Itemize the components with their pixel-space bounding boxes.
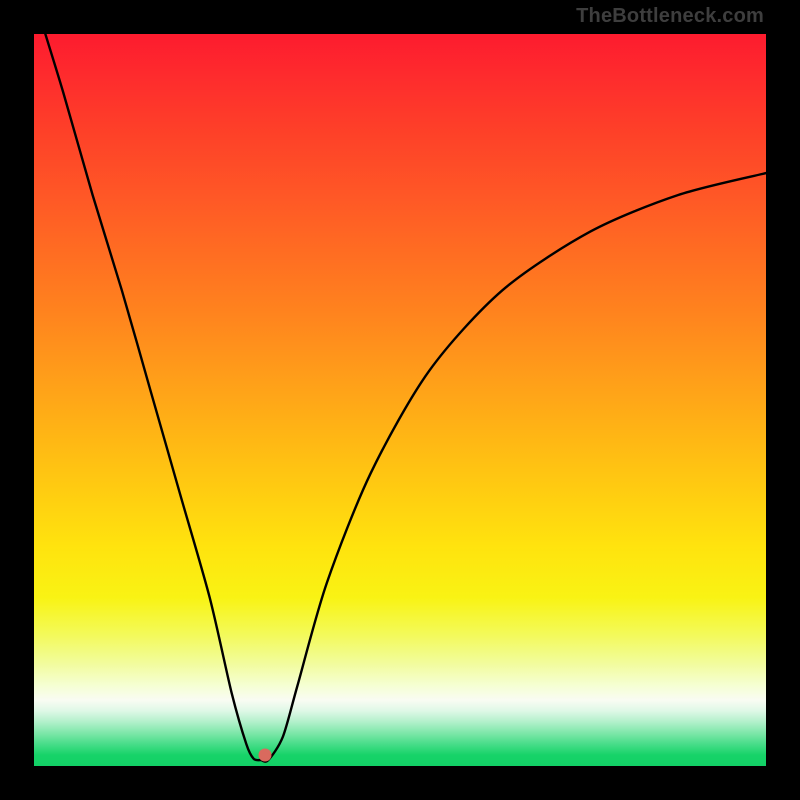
bottleneck-curve bbox=[34, 34, 766, 766]
curve-path bbox=[34, 34, 766, 762]
chart-stage: TheBottleneck.com bbox=[0, 0, 800, 800]
minimum-marker bbox=[258, 749, 271, 762]
watermark-text: TheBottleneck.com bbox=[576, 5, 764, 28]
plot-area bbox=[34, 34, 766, 766]
